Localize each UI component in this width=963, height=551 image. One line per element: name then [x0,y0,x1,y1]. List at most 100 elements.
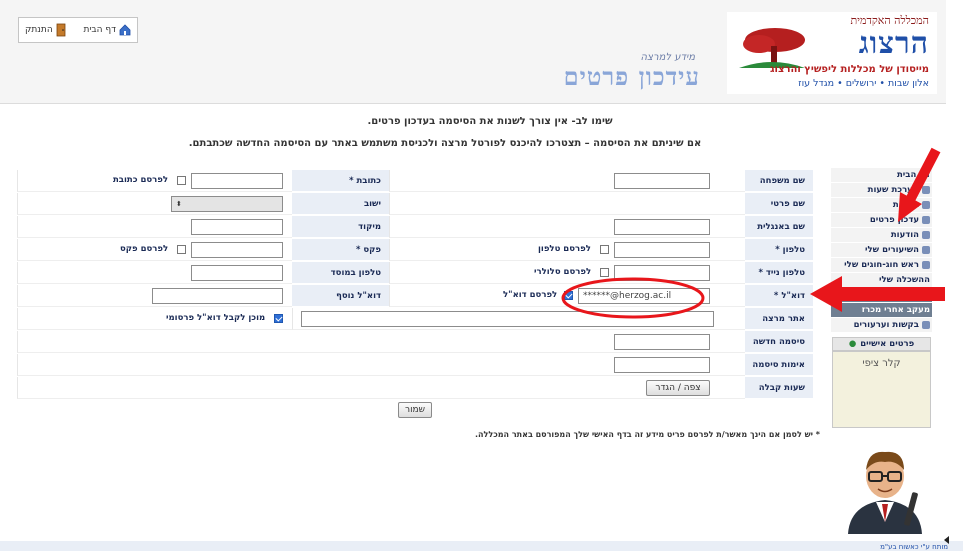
publish-fax-checkbox[interactable] [177,245,186,254]
form-row-last-name: שם משפחה כתובת * לפרסם כתובת [17,170,813,193]
form-row-confirm-password: אימות סיסמה [17,354,813,377]
form-row-phone: טלפון * לפרסם טלפון פקס * לפרסם פקס [17,239,813,262]
left-margin [0,104,8,541]
english-name-cell [389,216,745,238]
college-logo[interactable]: המכללה האקדמית הרצוג מייסודן של מכללות ל… [727,12,937,94]
lecturer-site-cell [292,308,745,330]
personal-details-label: פרטים אישיים [860,339,915,349]
form-row-email: דוא"ל * ******@herzog.ac.il לפרסם דוא"ל … [17,285,813,308]
chevron-updown-icon: ⬍ [176,200,182,208]
confirm-password-input[interactable] [614,357,710,373]
home-button-label: דף הבית [83,25,116,35]
message-icon [922,231,930,239]
last-name-cell [389,170,745,192]
fax-label: פקס * [292,239,389,261]
fax-input[interactable] [191,242,283,258]
first-name-label: שם פרטי [745,193,813,215]
email-input[interactable]: ******@herzog.ac.il [578,288,710,304]
institution-phone-input[interactable] [191,265,283,281]
view-define-button[interactable]: צפה / הגדר [646,380,710,396]
lecturer-site-input[interactable] [301,311,714,327]
sidebar-item-label: מעקב אחרי מכרז [861,305,930,315]
sidebar-item-label: בחינות [892,200,919,210]
mobile-cell: לפרסם סלולרי [389,262,745,284]
scroll-left-arrow-icon[interactable] [944,536,949,544]
personal-details-header: פרטים אישיים ● [832,337,931,351]
sidebar-item-my-education[interactable]: ההשכלה שלי [831,273,932,288]
sidebar-item-label: מערכת שעות [867,185,919,195]
last-name-label: שם משפחה [745,170,813,192]
city-select[interactable]: ⬍ [171,196,283,212]
logo-cities: אלון שבות • ירושלים • מגדל עוז [798,78,929,89]
additional-email-cell [17,285,292,307]
sidebar-item-department-head[interactable]: ראש חוג-חוגים שלי [831,258,932,273]
footer-strip [0,541,963,551]
new-password-input[interactable] [614,334,710,350]
sidebar-item-messages[interactable]: הודעות [831,228,932,243]
english-name-input[interactable] [614,219,710,235]
publish-email-checkbox[interactable] [564,291,573,300]
sidebar-item-schedule[interactable]: מערכת שעות [831,183,932,198]
city-cell: ⬍ [17,193,292,215]
save-button[interactable]: שמור [398,402,432,418]
page-title: עידכון פרטים [563,62,700,91]
office-hours-cell: צפה / הגדר [17,377,745,399]
sidebar-item-options[interactable]: אפשרויות ותכנים [831,288,932,303]
sidebar-item-label: הודעות [890,230,919,240]
form-row-english-name: שם באנגלית מיקוד [17,216,813,239]
sidebar-item-my-lessons[interactable]: השיעורים שלי [831,243,932,258]
sidebar-item-home[interactable]: דף הבית [831,168,932,183]
publish-address-label: לפרסם כתובת [113,175,169,185]
lecturer-site-label: אתר מרצה [745,308,813,330]
new-password-cell [17,331,745,353]
person-icon: ● [848,339,857,349]
office-hours-label: שעות קבלה [745,377,813,399]
home-icon [119,24,131,36]
sidebar-item-label: דף הבית [896,170,930,180]
publish-phone-checkbox[interactable] [600,245,609,254]
sidebar-item-tender-tracking[interactable]: מעקב אחרי מכרז [831,303,932,318]
sidebar-item-requests[interactable]: בקשות וערעורים [831,318,932,333]
requests-icon [922,321,930,329]
mobile-label: טלפון נייד * [745,262,813,284]
new-password-label: סיסמה חדשה [745,331,813,353]
sidebar-item-label: בקשות וערעורים [853,320,919,330]
additional-email-input[interactable] [152,288,283,304]
first-name-cell [389,193,745,215]
personal-name: קלר ציפי [862,358,901,369]
footer-credit: מותח ע"י כאשוח בע"מ [880,543,948,551]
publish-address-checkbox[interactable] [177,176,186,185]
top-toolbar: דף הבית התנתק [18,17,138,43]
form-row-lecturer-site: אתר מרצה מוכן לקבל דוא"ל פרסומי [17,308,813,331]
consent-email-label: מוכן לקבל דוא"ל פרסומי [166,313,266,323]
publish-mobile-checkbox[interactable] [600,268,609,277]
home-button[interactable]: דף הבית [83,24,131,36]
sidebar-item-update-details[interactable]: עדכון פרטים [831,213,932,228]
password-change-note: אם שיניתם את הסיסמה – תצטרכו להיכנס לפור… [188,138,702,149]
zip-cell [17,216,292,238]
logout-button-label: התנתק [25,25,53,35]
form-row-first-name: שם פרטי ישוב ⬍ [17,193,813,216]
logout-button[interactable]: התנתק [25,23,66,37]
consent-cell: מוכן לקבל דוא"ל פרסומי [17,308,292,330]
phone-cell: לפרסם טלפון [389,239,745,261]
mobile-input[interactable] [614,265,710,281]
zip-input[interactable] [191,219,283,235]
lessons-icon [922,246,930,254]
sidebar-item-label: ראש חוג-חוגים שלי [844,260,919,270]
phone-input[interactable] [614,242,710,258]
address-cell: לפרסם כתובת [17,170,292,192]
sidebar-item-exams[interactable]: בחינות [831,198,932,213]
publish-fax-label: לפרסם פקס [120,244,169,254]
form-row-mobile: טלפון נייד * לפרסם סלולרי טלפון במוסד [17,262,813,285]
confirm-password-label: אימות סיסמה [745,354,813,376]
address-label: כתובת * [292,170,389,192]
sidebar-item-label: עדכון פרטים [869,215,919,225]
publish-footnote: * יש לסמן אם הינך מאשר/ת לפרסם פריט מידע… [475,430,820,439]
logo-name-text: הרצוג [858,26,929,61]
avatar-icon [848,451,922,534]
fax-cell: לפרסם פקס [17,239,292,261]
last-name-input[interactable] [614,173,710,189]
consent-email-checkbox[interactable] [274,314,283,323]
address-input[interactable] [191,173,283,189]
